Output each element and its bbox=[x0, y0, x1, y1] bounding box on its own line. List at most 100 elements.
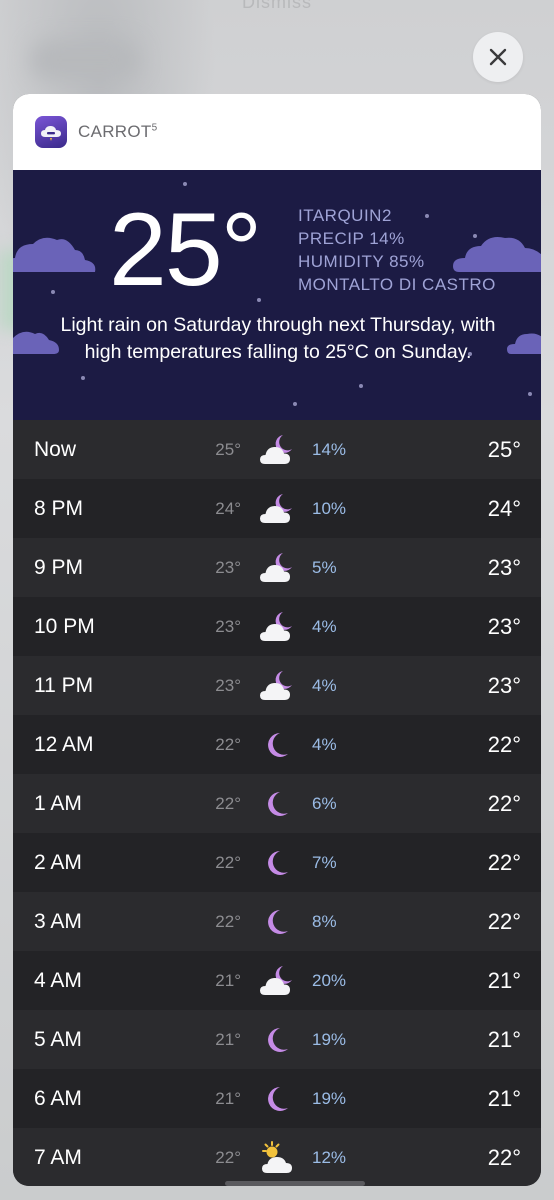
high-temp: 25° bbox=[487, 436, 521, 462]
precip-chance: 4% bbox=[312, 675, 337, 695]
cloud-moon-icon bbox=[259, 609, 295, 645]
hourly-row[interactable]: 2 AM 22° 7% 22° bbox=[13, 833, 541, 892]
hourly-row[interactable]: 9 PM 23° 5% 23° bbox=[13, 538, 541, 597]
close-button[interactable] bbox=[473, 32, 523, 82]
hour-label: 1 AM bbox=[34, 791, 82, 815]
precip-chance: 4% bbox=[312, 734, 337, 754]
hourly-row[interactable]: 11 PM 23° 4% 23° bbox=[13, 656, 541, 715]
precip-chance: 14% bbox=[312, 439, 347, 459]
hour-label: 7 AM bbox=[34, 1145, 82, 1169]
low-temp: 21° bbox=[215, 1029, 241, 1049]
hour-label: 4 AM bbox=[34, 968, 82, 992]
hour-label: 3 AM bbox=[34, 909, 82, 933]
low-temp: 22° bbox=[215, 734, 241, 754]
hour-label: 8 PM bbox=[34, 496, 84, 520]
current-conditions[interactable]: 25° ITARQUIN2 PRECIP 14% HUMIDITY 85% MO… bbox=[13, 170, 541, 420]
moon-icon bbox=[259, 904, 295, 940]
precip-chance: 10% bbox=[312, 498, 347, 518]
cloud-decoration bbox=[13, 237, 96, 272]
high-temp: 23° bbox=[487, 613, 521, 639]
cloud-sun-icon bbox=[259, 1140, 295, 1176]
hourly-row[interactable]: 5 AM 21° 19% 21° bbox=[13, 1010, 541, 1069]
hourly-row[interactable]: 8 PM 24° 10% 24° bbox=[13, 479, 541, 538]
precip-chance: 5% bbox=[312, 557, 337, 577]
precip-chance: 19% bbox=[312, 1088, 347, 1108]
hourly-row[interactable]: 10 PM 23° 4% 23° bbox=[13, 597, 541, 656]
app-name: CARROT5 bbox=[78, 122, 158, 141]
high-temp: 23° bbox=[487, 672, 521, 698]
high-temp: 21° bbox=[487, 967, 521, 993]
low-temp: 22° bbox=[215, 1147, 241, 1167]
high-temp: 22° bbox=[487, 731, 521, 757]
widget-card[interactable]: CARROT5 25° ITARQUIN2 PRECIP 14% HUMIDIT… bbox=[13, 94, 541, 1186]
low-temp: 24° bbox=[215, 498, 241, 518]
cloud-moon-icon bbox=[259, 432, 295, 468]
hour-label: 6 AM bbox=[34, 1086, 82, 1110]
low-temp: 23° bbox=[215, 557, 241, 577]
star-dot bbox=[528, 392, 532, 396]
precip-chance: 12% bbox=[312, 1147, 347, 1167]
star-dot bbox=[81, 376, 85, 380]
hourly-row[interactable]: Now 25° 14% 25° bbox=[13, 420, 541, 479]
high-temp: 21° bbox=[487, 1026, 521, 1052]
precip-stat: PRECIP 14% bbox=[298, 229, 405, 248]
hourly-forecast-list[interactable]: Now 25° 14% 25° 8 PM 24° 10% 24° 9 PM 23° 5% 23° 10 … bbox=[13, 420, 541, 1186]
moon-icon bbox=[259, 845, 295, 881]
close-icon bbox=[489, 48, 507, 66]
hourly-row[interactable]: 4 AM 21° 20% 21° bbox=[13, 951, 541, 1010]
home-indicator[interactable] bbox=[225, 1181, 365, 1186]
current-temperature: 25° bbox=[109, 192, 262, 308]
cloud-moon-icon bbox=[259, 668, 295, 704]
low-temp: 23° bbox=[215, 616, 241, 636]
high-temp: 23° bbox=[487, 554, 521, 580]
hourly-row[interactable]: 1 AM 22° 6% 22° bbox=[13, 774, 541, 833]
hourly-row[interactable]: 6 AM 21° 19% 21° bbox=[13, 1069, 541, 1128]
hour-label: 2 AM bbox=[34, 850, 82, 874]
precip-chance: 6% bbox=[312, 793, 337, 813]
cloud-moon-icon bbox=[259, 550, 295, 586]
hour-label: 11 PM bbox=[34, 673, 94, 697]
forecast-summary: Light rain on Saturday through next Thur… bbox=[60, 314, 496, 363]
precip-chance: 20% bbox=[312, 970, 347, 990]
hour-label: 12 AM bbox=[34, 732, 94, 756]
low-temp: 22° bbox=[215, 793, 241, 813]
precip-chance: 4% bbox=[312, 616, 337, 636]
dismiss-label[interactable]: Dismiss bbox=[0, 0, 554, 13]
high-temp: 22° bbox=[487, 790, 521, 816]
low-temp: 21° bbox=[215, 1088, 241, 1108]
high-temp: 22° bbox=[487, 849, 521, 875]
precip-chance: 19% bbox=[312, 1029, 347, 1049]
precip-chance: 7% bbox=[312, 852, 337, 872]
low-temp: 23° bbox=[215, 675, 241, 695]
hourly-row[interactable]: 7 AM 22° 12% 22° bbox=[13, 1128, 541, 1186]
hourly-row[interactable]: 3 AM 22° 8% 22° bbox=[13, 892, 541, 951]
station-name: ITARQUIN2 bbox=[298, 206, 392, 225]
precip-chance: 8% bbox=[312, 911, 337, 931]
location-name: MONTALTO DI CASTRO bbox=[298, 275, 496, 294]
star-dot bbox=[183, 182, 187, 186]
star-dot bbox=[51, 290, 55, 294]
hourly-row[interactable]: 12 AM 22° 4% 22° bbox=[13, 715, 541, 774]
cloud-moon-icon bbox=[259, 491, 295, 527]
cloud-moon-icon bbox=[259, 963, 295, 999]
hour-label: 10 PM bbox=[34, 614, 95, 638]
card-header: CARROT5 bbox=[13, 94, 541, 170]
moon-icon bbox=[259, 786, 295, 822]
hour-label: 5 AM bbox=[34, 1027, 82, 1051]
high-temp: 22° bbox=[487, 1144, 521, 1170]
low-temp: 21° bbox=[215, 970, 241, 990]
carrot-cloud-icon bbox=[35, 116, 67, 148]
high-temp: 21° bbox=[487, 1085, 521, 1111]
star-dot bbox=[359, 384, 363, 388]
low-temp: 25° bbox=[215, 439, 241, 459]
humidity-stat: HUMIDITY 85% bbox=[298, 252, 425, 271]
background-blur bbox=[30, 40, 140, 80]
star-dot bbox=[293, 402, 297, 406]
current-stats: ITARQUIN2 PRECIP 14% HUMIDITY 85% MONTAL… bbox=[298, 204, 496, 296]
hour-label: 9 PM bbox=[34, 555, 84, 579]
moon-icon bbox=[259, 1022, 295, 1058]
high-temp: 22° bbox=[487, 908, 521, 934]
hour-label: Now bbox=[34, 437, 77, 461]
moon-icon bbox=[259, 727, 295, 763]
high-temp: 24° bbox=[487, 495, 521, 521]
